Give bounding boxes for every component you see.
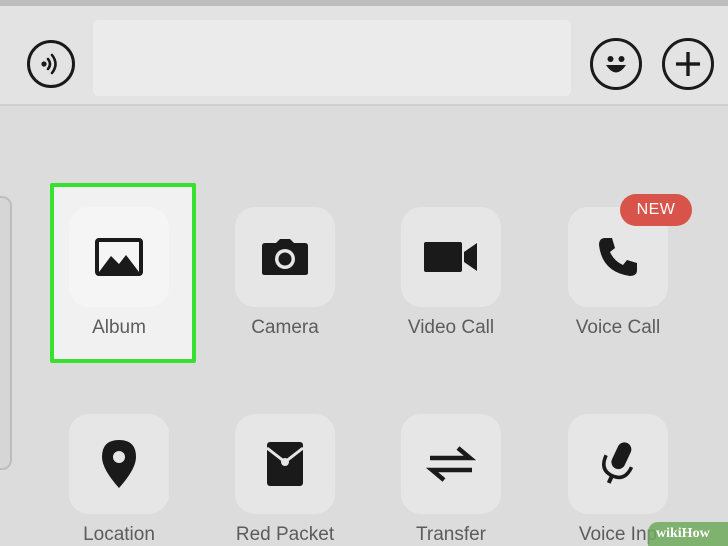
location-label: Location — [83, 524, 155, 545]
album-tile[interactable] — [69, 207, 169, 307]
panel-item-video-call[interactable]: Video Call — [381, 207, 521, 339]
red-packet-label: Red Packet — [235, 524, 335, 545]
microphone-icon — [602, 442, 634, 484]
panel-item-camera[interactable]: Camera — [215, 207, 355, 339]
red-packet-icon — [266, 442, 304, 486]
smiley-icon — [606, 56, 626, 73]
video-camera-icon — [424, 242, 477, 272]
wikihow-watermark: wikiHow — [648, 522, 728, 546]
album-label: Album — [92, 317, 146, 338]
emoji-button[interactable] — [590, 38, 642, 90]
camera-icon — [262, 239, 308, 275]
panel-item-album[interactable]: Album — [49, 207, 189, 339]
voice-call-label: Voice Call — [575, 317, 661, 338]
side-drawer-handle[interactable] — [0, 196, 12, 470]
video-call-tile[interactable] — [401, 207, 501, 307]
transfer-arrows-icon — [426, 446, 476, 482]
voice-wave-icon — [41, 53, 57, 75]
video-call-label: Video Call — [407, 317, 495, 338]
more-options-button[interactable] — [662, 38, 714, 90]
panel-item-red-packet[interactable]: Red Packet — [215, 414, 355, 546]
transfer-tile[interactable] — [401, 414, 501, 514]
plus-icon — [676, 52, 700, 76]
panel-item-voice-call[interactable]: Voice Call — [548, 207, 688, 339]
panel-item-transfer[interactable]: Transfer — [381, 414, 521, 546]
voice-input-tile[interactable] — [568, 414, 668, 514]
red-packet-tile[interactable] — [235, 414, 335, 514]
phone-icon — [599, 238, 637, 276]
camera-label: Camera — [251, 317, 319, 338]
voice-input-button[interactable] — [27, 40, 75, 88]
location-tile[interactable] — [69, 414, 169, 514]
new-badge: NEW — [620, 194, 692, 226]
panel-item-location[interactable]: Location — [49, 414, 189, 546]
image-icon — [95, 238, 143, 276]
location-pin-icon — [102, 440, 136, 488]
transfer-label: Transfer — [415, 524, 487, 545]
chat-input-bar — [0, 6, 728, 106]
message-input[interactable] — [93, 20, 571, 96]
camera-tile[interactable] — [235, 207, 335, 307]
